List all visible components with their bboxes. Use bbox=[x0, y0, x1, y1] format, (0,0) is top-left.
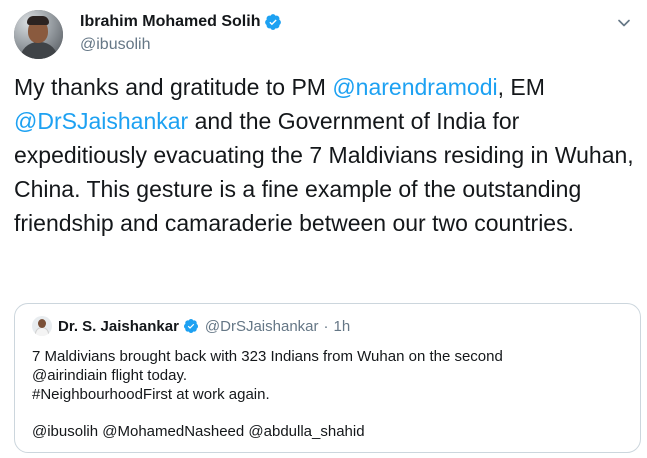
quoted-tweet-header: Dr. S. Jaishankar @DrSJaishankar · 1h bbox=[32, 316, 350, 336]
quoted-text-blank-line bbox=[32, 404, 632, 422]
author-handle[interactable]: @ibusolih bbox=[80, 36, 151, 54]
quoted-tweet-card[interactable]: Dr. S. Jaishankar @DrSJaishankar · 1h 7 … bbox=[14, 303, 641, 453]
quoted-author-handle: @DrSJaishankar bbox=[204, 317, 319, 335]
chevron-down-icon[interactable] bbox=[614, 13, 634, 33]
author-name-row: Ibrahim Mohamed Solih bbox=[80, 13, 282, 31]
verified-badge-icon bbox=[183, 319, 198, 333]
quoted-text-line: #NeighbourhoodFirst at work again. bbox=[32, 386, 270, 403]
quoted-text-line: @ibusolih @MohamedNasheed @abdulla_shahi… bbox=[32, 423, 365, 440]
quoted-text-line: 7 Maldivians brought back with 323 India… bbox=[32, 348, 503, 365]
tweet-header: Ibrahim Mohamed Solih @ibusolih bbox=[14, 10, 634, 60]
tweet-text-segment: , EM bbox=[497, 74, 545, 100]
author-avatar[interactable] bbox=[14, 10, 63, 59]
quoted-author-avatar bbox=[32, 316, 52, 336]
tweet-text: My thanks and gratitude to PM @narendram… bbox=[14, 70, 634, 240]
quoted-tweet-text: 7 Maldivians brought back with 323 India… bbox=[32, 347, 632, 441]
separator-dot: · bbox=[323, 317, 329, 335]
mention-link[interactable]: @DrSJaishankar bbox=[14, 108, 188, 134]
mention-link[interactable]: @narendramodi bbox=[332, 74, 497, 100]
quoted-timestamp: 1h bbox=[333, 317, 351, 335]
quoted-author-display-name: Dr. S. Jaishankar bbox=[58, 317, 179, 335]
tweet-text-segment: My thanks and gratitude to PM bbox=[14, 74, 333, 100]
quoted-text-line: @airindiain flight today. bbox=[32, 367, 188, 384]
verified-badge-icon bbox=[265, 14, 282, 30]
author-display-name[interactable]: Ibrahim Mohamed Solih bbox=[80, 13, 260, 31]
